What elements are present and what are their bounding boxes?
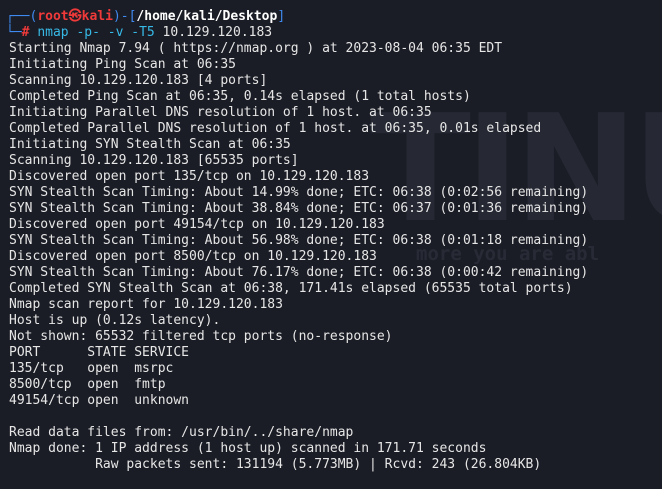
terminal-content: ┌──(root㉿kali)-[/home/kali/Desktop] └─# … xyxy=(6,9,662,473)
output-line: Discovered open port 135/tcp on 10.129.1… xyxy=(9,169,370,184)
output-line: Discovered open port 49154/tcp on 10.129… xyxy=(9,217,385,232)
prompt-working-directory: /home/kali/Desktop xyxy=(136,9,278,24)
output-line: SYN Stealth Scan Timing: About 56.98% do… xyxy=(9,233,589,248)
output-line: 8500/tcp open fmtp xyxy=(9,377,166,392)
output-line: Completed SYN Stealth Scan at 06:38, 171… xyxy=(9,281,573,296)
output-line: Not shown: 65532 filtered tcp ports (no-… xyxy=(9,329,393,344)
prompt-user-host: root㉿kali xyxy=(37,9,113,24)
prompt-corner-top: ┌──( xyxy=(6,9,38,24)
output-line: Scanning 10.129.120.183 [4 ports] xyxy=(9,73,268,88)
output-line: Discovered open port 8500/tcp on 10.129.… xyxy=(9,249,377,264)
output-line: Starting Nmap 7.94 ( https://nmap.org ) … xyxy=(9,41,503,56)
output-line: Nmap scan report for 10.129.120.183 xyxy=(9,297,283,312)
output-line: PORT STATE SERVICE xyxy=(9,345,190,360)
command-tool: nmap xyxy=(37,25,69,40)
output-line: Read data files from: /usr/bin/../share/… xyxy=(9,425,354,440)
output-line: SYN Stealth Scan Timing: About 76.17% do… xyxy=(9,265,589,280)
prompt-header-line: ┌──(root㉿kali)-[/home/kali/Desktop] xyxy=(6,9,662,25)
output-line: SYN Stealth Scan Timing: About 14.99% do… xyxy=(9,185,589,200)
output-line: Raw packets sent: 131194 (5.773MB) | Rcv… xyxy=(9,457,542,472)
prompt-separator: )-[ xyxy=(112,9,137,24)
prompt-corner-bottom: └─ xyxy=(6,25,22,40)
output-line: Scanning 10.129.120.183 [65535 ports] xyxy=(9,153,299,168)
output-line: 49154/tcp open unknown xyxy=(9,393,190,408)
output-line: Host is up (0.12s latency). xyxy=(9,313,221,328)
output-line: Initiating SYN Stealth Scan at 06:35 xyxy=(9,137,291,152)
command-output: Starting Nmap 7.94 ( https://nmap.org ) … xyxy=(6,41,662,473)
terminal-window[interactable]: TINU more you are abl ┌──(root㉿kali)-[/h… xyxy=(0,0,662,489)
output-line: Completed Ping Scan at 06:35, 0.14s elap… xyxy=(9,89,471,104)
command-flags: -p- -v -T5 xyxy=(68,25,163,40)
output-line: Initiating Parallel DNS resolution of 1 … xyxy=(9,105,432,120)
prompt-bracket-close: ] xyxy=(277,9,286,24)
prompt-root-symbol: # xyxy=(21,25,38,40)
output-line: Completed Parallel DNS resolution of 1 h… xyxy=(9,121,542,136)
command-target: 10.129.120.183 xyxy=(162,25,273,40)
output-line: 135/tcp open msrpc xyxy=(9,361,174,376)
command-line[interactable]: └─# nmap -p- -v -T5 10.129.120.183 xyxy=(6,25,662,41)
output-line: Nmap done: 1 IP address (1 host up) scan… xyxy=(9,441,487,456)
output-line: Initiating Ping Scan at 06:35 xyxy=(9,57,236,72)
output-line: SYN Stealth Scan Timing: About 38.84% do… xyxy=(9,201,589,216)
